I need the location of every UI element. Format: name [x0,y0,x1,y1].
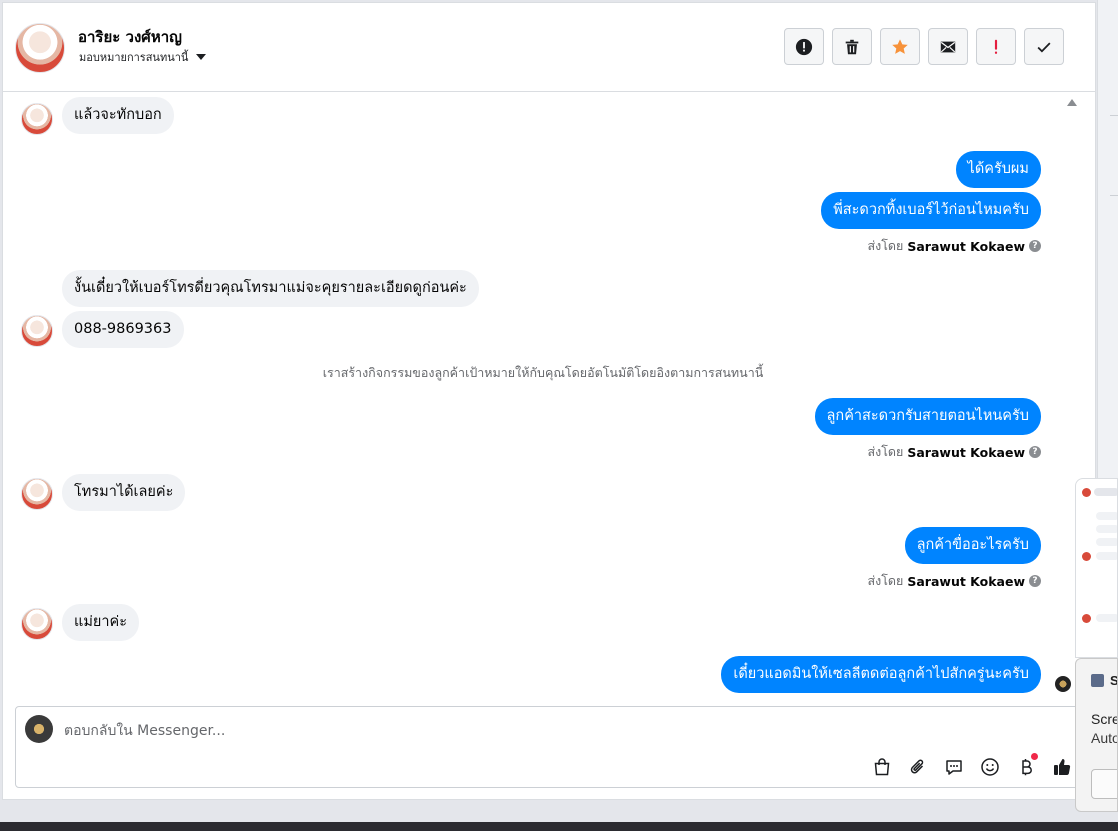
outgoing-message[interactable]: ได้ครับผม [955,151,1041,188]
contact-avatar-small[interactable] [21,103,53,135]
page-avatar [25,715,53,743]
sent-by-prefix: ส่งโดย [867,444,904,459]
baht-icon [1022,759,1032,776]
incoming-message[interactable]: แม่ยาค่ะ [62,604,140,641]
payment-button[interactable] [1012,753,1040,781]
contact-avatar[interactable] [15,23,65,73]
incoming-message[interactable]: 088-9869363 [62,311,184,348]
scroll-up-arrow-icon[interactable] [1067,99,1077,106]
reply-input[interactable] [64,720,1044,742]
notification-app-name: S [1110,673,1118,688]
inbox-preview-card[interactable] [1075,478,1118,658]
page-seen-avatar [1055,676,1071,692]
mark-done-button[interactable] [1024,28,1064,65]
trash-icon [845,39,859,54]
preview-avatar [1082,488,1091,497]
inbox-panel: อาริยะ วงศ์หาญ มอบหมายการสนทนานี้ แล้วจะ… [2,2,1096,800]
shop-button[interactable] [868,753,896,781]
mark-unread-button[interactable] [928,28,968,65]
notification-body: Auto [1091,730,1118,746]
star-button[interactable] [880,28,920,65]
sent-by-prefix: ส่งโดย [867,238,904,253]
like-button[interactable] [1048,753,1076,781]
os-taskbar [0,822,1118,831]
system-note: เราสร้างกิจกรรมของลูกค้าเป้าหมายให้กับคุ… [322,365,764,380]
outgoing-message[interactable]: เดี๋ยวแอดมินให้เซลลีตดต่อลูกค้าไปสักครู่… [721,656,1041,693]
sender-name[interactable]: Sarawut Kokaew [907,574,1025,589]
alert-circle-icon [795,38,813,55]
sent-by-label: ส่งโดย Sarawut Kokaew ? [867,571,1041,591]
conversation-actions [784,28,1064,65]
contact-avatar-small[interactable] [21,478,53,510]
paperclip-icon [910,759,924,774]
question-mark-icon[interactable]: ? [1029,240,1041,252]
assign-conversation-dropdown[interactable]: มอบหมายการสนทนานี้ [79,48,207,66]
sender-name[interactable]: Sarawut Kokaew [907,239,1025,254]
check-icon [1037,42,1051,53]
envelope-icon [940,41,956,52]
outgoing-message[interactable]: ลูกค้าขื่ออะไรครับ [904,527,1041,564]
contact-name[interactable]: อาริยะ วงศ์หาญ [78,25,182,49]
contact-avatar-small[interactable] [21,315,53,347]
notification-title: Scre [1091,711,1118,727]
message-thread[interactable]: แล้วจะทักบอก ได้ครับผม พี่สะดวกทิ้งเบอร์… [3,93,1083,703]
saved-replies-button[interactable] [940,753,968,781]
preview-avatar [1082,614,1091,623]
follow-up-button[interactable] [976,28,1016,65]
caret-down-icon [196,54,207,60]
incoming-message[interactable]: แล้วจะทักบอก [62,97,174,134]
star-icon [892,38,908,54]
sent-by-label: ส่งโดย Sarawut Kokaew ? [867,236,1041,256]
screenshot-notification[interactable]: S Scre Auto [1075,658,1118,812]
delete-button[interactable] [832,28,872,65]
spam-button[interactable] [784,28,824,65]
thumbs-up-icon [1054,759,1071,775]
sent-by-prefix: ส่งโดย [867,573,904,588]
emoji-icon [981,758,999,776]
sent-by-label: ส่งโดย Sarawut Kokaew ? [867,442,1041,462]
notification-action-button[interactable] [1091,769,1117,799]
question-mark-icon[interactable]: ? [1029,446,1041,458]
conversation-header: อาริยะ วงศ์หาญ มอบหมายการสนทนานี้ [3,3,1095,92]
outgoing-message[interactable]: ลูกค้าสะดวกรับสายตอนไหนครับ [814,398,1041,435]
saved-reply-icon [946,760,962,775]
question-mark-icon[interactable]: ? [1029,575,1041,587]
exclamation-icon [994,39,998,54]
sender-name[interactable]: Sarawut Kokaew [907,445,1025,460]
incoming-message[interactable]: โทรมาได้เลยค่ะ [62,474,186,511]
app-icon [1091,674,1104,687]
composer-toolbar [868,753,1076,781]
assign-label: มอบหมายการสนทนานี้ [79,51,189,64]
contact-avatar-small[interactable] [21,608,53,640]
emoji-button[interactable] [976,753,1004,781]
reply-composer [15,706,1081,788]
notification-dot [1031,753,1038,760]
preview-avatar [1082,552,1091,561]
shopping-bag-icon [874,758,890,776]
incoming-message[interactable]: งั้นเดี๋ยวให้เบอร์โทรดี่ยวคุณโทรมาแม่จะค… [62,270,479,307]
outgoing-message[interactable]: พี่สะดวกทิ้งเบอร์ไว้ก่อนไหมครับ [821,192,1041,229]
attach-button[interactable] [904,753,932,781]
